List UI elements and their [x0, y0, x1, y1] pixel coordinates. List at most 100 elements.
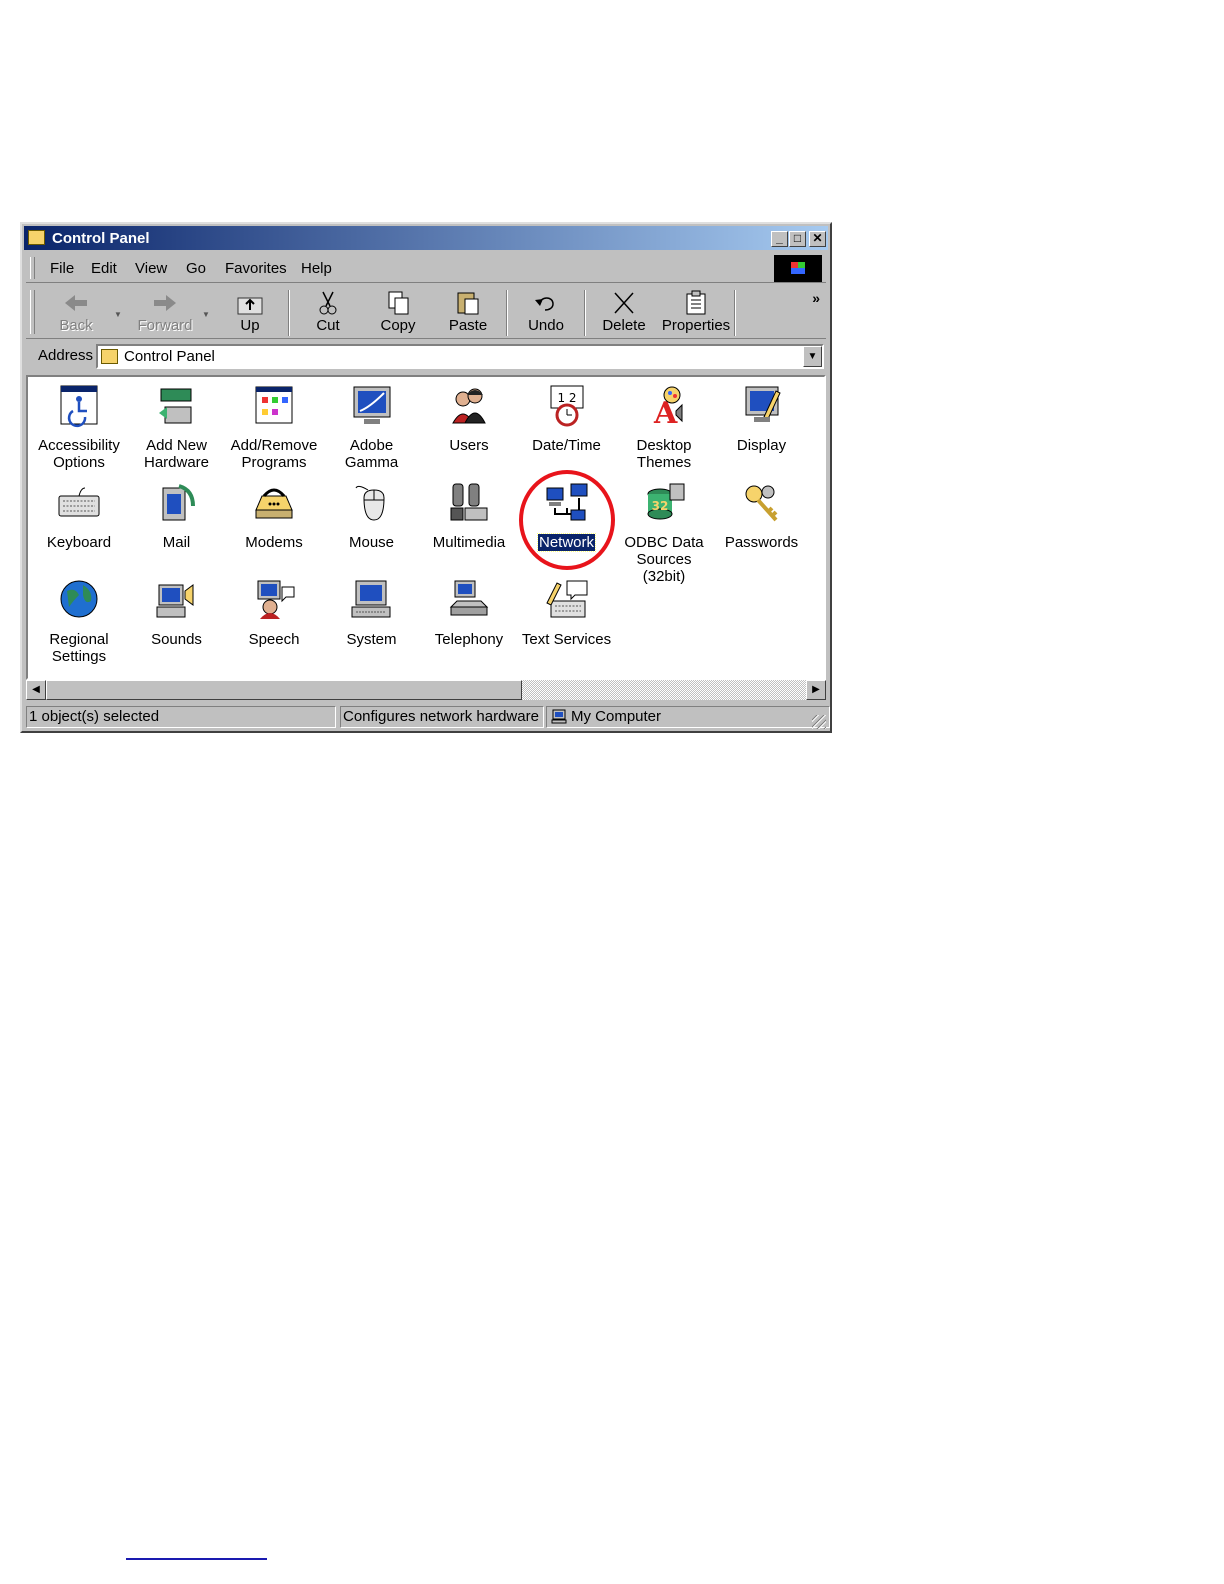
- undo-icon: [535, 297, 554, 311]
- svg-text:32: 32: [652, 499, 669, 513]
- control-panel-item[interactable]: Add New Hardware: [129, 383, 225, 472]
- control-panel-item[interactable]: System: [324, 577, 420, 649]
- control-panel-item[interactable]: Passwords: [714, 480, 810, 552]
- control-panel-item-label: Telephony: [434, 631, 504, 648]
- telephony-icon: [449, 580, 489, 616]
- control-panel-window: Control Panel _ □ ✕ File Edit View Go Fa…: [20, 222, 832, 733]
- control-panel-item-label: Modems: [245, 534, 303, 551]
- scroll-right-icon[interactable]: ▶: [806, 680, 826, 700]
- control-panel-item-label: ODBC Data Sources (32bit): [624, 534, 704, 585]
- address-input[interactable]: Control Panel ▼: [96, 344, 824, 369]
- control-panel-item-label: Multimedia: [432, 534, 506, 551]
- add-remove-programs-icon: [255, 386, 293, 424]
- menu-file[interactable]: File: [50, 260, 74, 277]
- status-zone-label: My Computer: [571, 708, 662, 725]
- toolbar-separator: [584, 290, 586, 336]
- control-panel-item[interactable]: Mail: [129, 480, 225, 552]
- control-panel-item[interactable]: A Desktop Themes: [616, 383, 712, 472]
- control-panel-item[interactable]: Mouse: [324, 480, 420, 552]
- control-panel-item[interactable]: Speech: [226, 577, 322, 649]
- system-icon: [351, 580, 390, 618]
- maximize-button[interactable]: □: [789, 231, 806, 247]
- menu-go[interactable]: Go: [186, 260, 206, 277]
- up-button[interactable]: Up: [222, 290, 278, 336]
- control-panel-item-label: Date/Time: [532, 437, 601, 454]
- cut-button[interactable]: Cut: [300, 290, 356, 336]
- display-icon: [745, 386, 781, 422]
- mail-icon: [162, 484, 195, 521]
- control-panel-item[interactable]: 1 2 Date/Time: [519, 383, 615, 455]
- menu-favorites[interactable]: Favorites: [225, 260, 287, 277]
- resize-grip[interactable]: [812, 715, 826, 729]
- page-footer-link-underline[interactable]: [126, 1558, 267, 1560]
- delete-x-icon: [614, 292, 634, 314]
- control-panel-item[interactable]: Telephony: [421, 577, 517, 649]
- toolbar-more-chevron-icon[interactable]: »: [812, 290, 820, 306]
- title-bar[interactable]: Control Panel _ □ ✕: [24, 226, 828, 250]
- control-panel-items: Accessibility Options Add New Hardware Add/R…: [26, 375, 826, 680]
- add-hardware-icon: [158, 388, 191, 424]
- speech-icon: [257, 580, 295, 619]
- modems-icon: [255, 488, 293, 519]
- control-panel-item[interactable]: Display: [714, 383, 810, 455]
- control-panel-item-label: Desktop Themes: [636, 437, 692, 471]
- undo-button[interactable]: Undo: [518, 290, 574, 336]
- address-label: Address: [38, 347, 94, 364]
- control-panel-item[interactable]: Adobe Gamma: [324, 383, 420, 472]
- control-panel-item[interactable]: 32 ODBC Data Sources (32bit): [616, 480, 712, 586]
- copy-button[interactable]: Copy: [370, 290, 426, 336]
- control-panel-item[interactable]: Text Services: [519, 577, 615, 649]
- standard-toolbar: Back ▼ Forward ▼ Up Cut Copy Paste Undo …: [26, 286, 826, 339]
- menu-help[interactable]: Help: [301, 260, 332, 277]
- minimize-button[interactable]: _: [771, 231, 788, 247]
- adobe-gamma-icon: [353, 386, 390, 424]
- text-services-icon: [545, 580, 587, 618]
- my-computer-icon: [551, 709, 567, 724]
- scroll-left-icon[interactable]: ◀: [26, 680, 46, 700]
- scroll-track[interactable]: [46, 680, 806, 700]
- control-panel-item[interactable]: Sounds: [129, 577, 225, 649]
- menu-view[interactable]: View: [135, 260, 167, 277]
- status-description: Configures network hardware an: [340, 706, 544, 728]
- toolbar-grip[interactable]: [30, 290, 35, 334]
- status-selection: 1 object(s) selected: [26, 706, 336, 728]
- forward-button[interactable]: Forward: [130, 290, 200, 336]
- address-dropdown-icon[interactable]: ▼: [803, 346, 822, 367]
- users-icon: [452, 388, 486, 424]
- control-panel-item-label: Mouse: [348, 534, 395, 551]
- status-zone: My Computer: [546, 706, 830, 728]
- back-arrow-icon: [65, 295, 87, 311]
- horizontal-scrollbar[interactable]: ◀ ▶: [26, 680, 826, 700]
- control-panel-folder-icon: [101, 349, 118, 364]
- menu-edit[interactable]: Edit: [91, 260, 117, 277]
- delete-button[interactable]: Delete: [596, 290, 652, 336]
- sounds-icon: [156, 584, 193, 618]
- control-panel-item[interactable]: Modems: [226, 480, 322, 552]
- control-panel-item-label: Add New Hardware: [143, 437, 210, 471]
- control-panel-item[interactable]: Add/Remove Programs: [226, 383, 322, 472]
- back-dropdown-icon[interactable]: ▼: [114, 310, 122, 319]
- paste-button[interactable]: Paste: [440, 290, 496, 336]
- accessibility-icon: [60, 385, 98, 428]
- mouse-icon: [355, 485, 385, 521]
- control-panel-item-label: Add/Remove Programs: [230, 437, 318, 471]
- control-panel-item-label: Speech: [248, 631, 300, 648]
- desktop-themes-icon: A: [653, 386, 683, 429]
- control-panel-item-label: Keyboard: [46, 534, 112, 551]
- copy-icon: [388, 291, 409, 315]
- forward-dropdown-icon[interactable]: ▼: [202, 310, 210, 319]
- control-panel-item[interactable]: Users: [421, 383, 517, 455]
- control-panel-item[interactable]: Multimedia: [421, 480, 517, 552]
- control-panel-item[interactable]: Keyboard: [31, 480, 127, 552]
- close-button[interactable]: ✕: [809, 231, 826, 247]
- back-button[interactable]: Back: [46, 290, 106, 336]
- control-panel-item[interactable]: Accessibility Options: [31, 383, 127, 472]
- control-panel-item-label: System: [346, 631, 397, 648]
- control-panel-folder-icon: [28, 230, 45, 245]
- properties-button[interactable]: Properties: [658, 290, 734, 336]
- selection-highlight-circle: [518, 470, 615, 570]
- scroll-thumb[interactable]: [46, 680, 522, 700]
- svg-text:1 2: 1 2: [557, 391, 576, 405]
- menu-bar-grip[interactable]: [30, 257, 35, 279]
- control-panel-item[interactable]: Regional Settings: [31, 577, 127, 666]
